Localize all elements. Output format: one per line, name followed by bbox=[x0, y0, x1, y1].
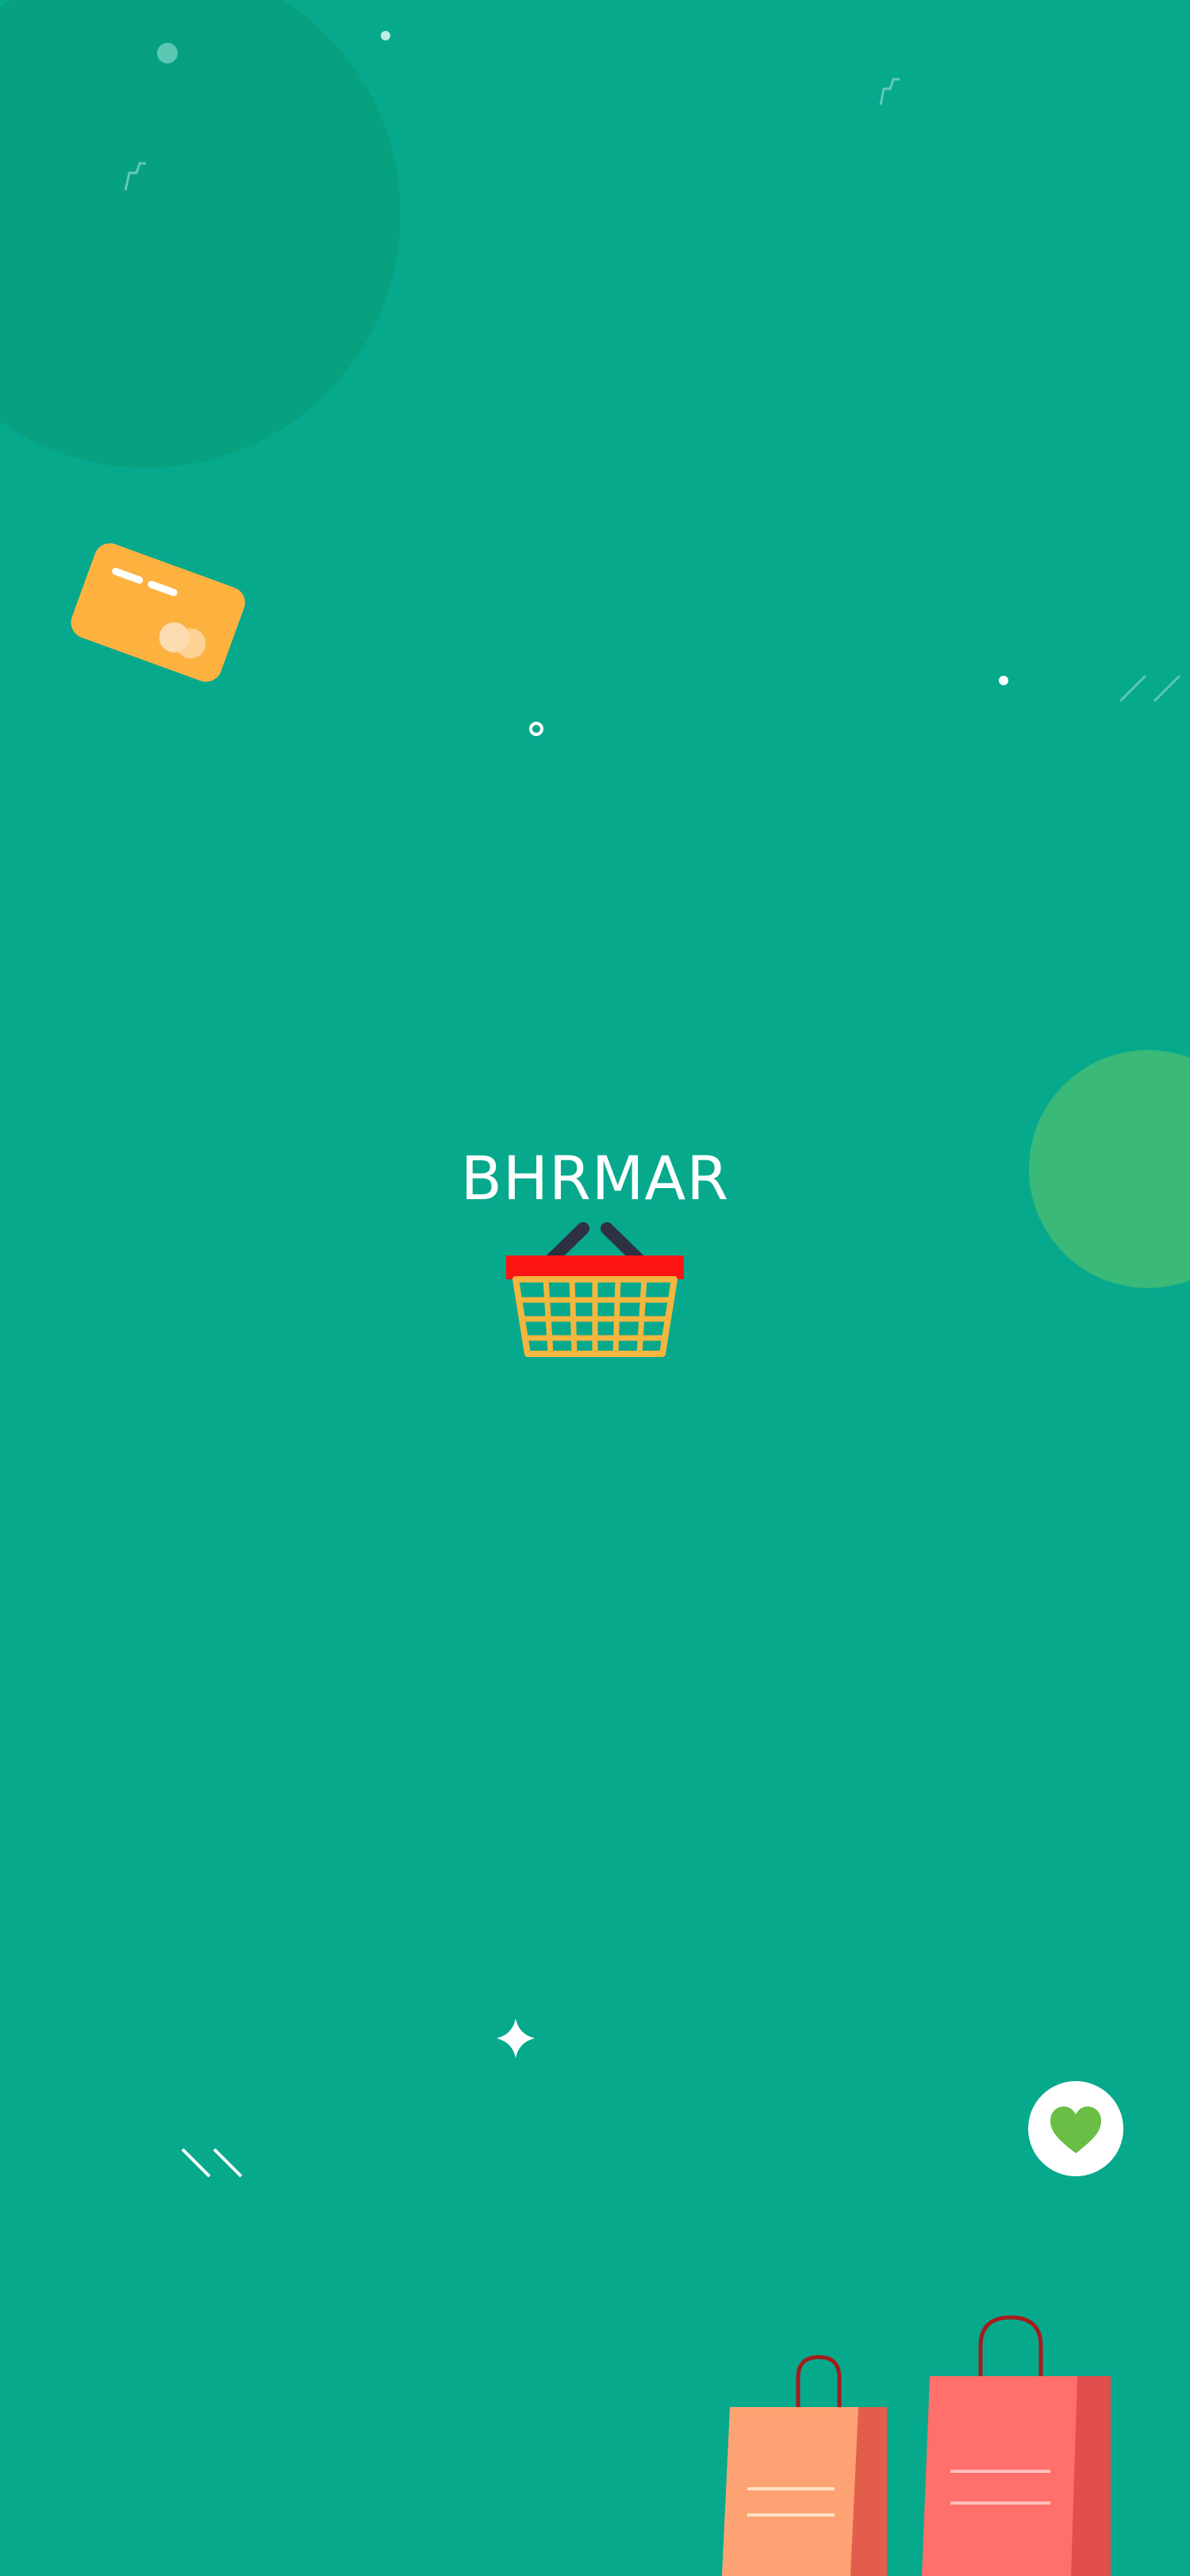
decor-circle-large bbox=[0, 0, 401, 468]
heart-icon bbox=[1028, 2081, 1123, 2176]
decor-dot bbox=[157, 43, 178, 63]
decor-dash bbox=[213, 2148, 243, 2178]
sparkle-icon bbox=[497, 2018, 535, 2058]
decor-dot bbox=[381, 31, 390, 40]
shopping-bag-icon bbox=[722, 2315, 1111, 2576]
shopping-basket-icon bbox=[506, 1222, 684, 1357]
decor-ring bbox=[529, 722, 543, 736]
decor-squiggle bbox=[879, 78, 900, 105]
decor-dash bbox=[1119, 674, 1147, 703]
decor-dash bbox=[1153, 674, 1181, 703]
decor-dash bbox=[181, 2148, 211, 2178]
app-title: BHRMAR bbox=[460, 1143, 730, 1213]
decor-dot bbox=[999, 676, 1008, 685]
credit-card-icon bbox=[71, 543, 245, 682]
